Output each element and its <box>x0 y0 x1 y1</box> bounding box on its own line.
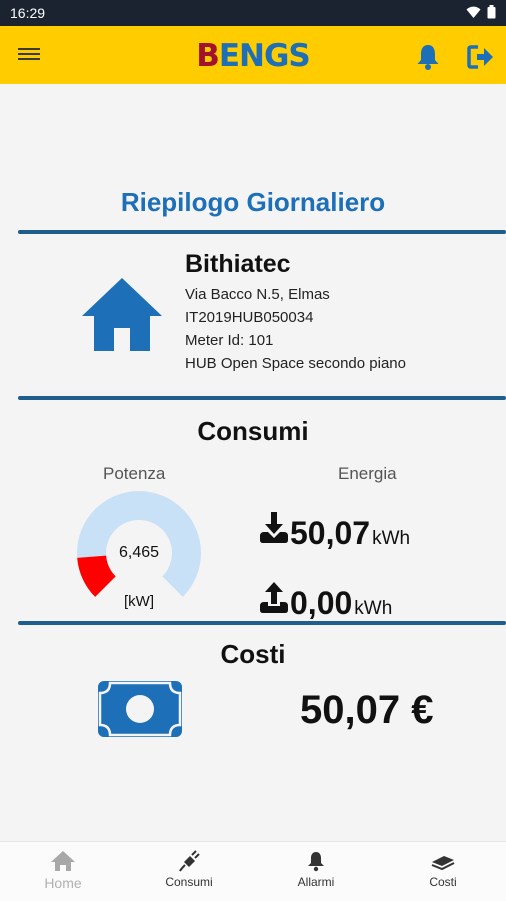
money-stack-icon <box>431 856 455 871</box>
site-meter: Meter Id: 101 <box>185 332 274 349</box>
energy-in-unit: kWh <box>372 528 411 549</box>
site-description: HUB Open Space secondo piano <box>185 355 406 372</box>
energy-in-row: 50,07 kWh <box>258 510 410 552</box>
energy-label: Energia <box>338 464 397 483</box>
consumi-title: Consumi <box>197 416 309 446</box>
nav-item-consumi[interactable]: Consumi <box>126 842 252 901</box>
nav-label-costi: Costi <box>429 875 457 889</box>
home-icon <box>51 851 75 871</box>
cost-value: 50,07 € <box>300 688 434 732</box>
bell-icon <box>308 852 324 872</box>
status-time: 16:29 <box>10 5 46 21</box>
power-value: 6,465 <box>118 544 160 561</box>
divider <box>18 230 506 234</box>
energy-out-unit: kWh <box>354 598 393 619</box>
nav-item-costi[interactable]: Costi <box>380 842 506 901</box>
energy-out-row: 0,00 kWh <box>258 580 392 622</box>
app-logo: BENGS <box>196 38 311 74</box>
wifi-icon <box>466 6 481 18</box>
bell-icon[interactable] <box>413 42 443 72</box>
money-icon <box>98 681 182 737</box>
power-label: Potenza <box>103 464 166 483</box>
bottom-nav: Home Consumi Allarmi Costi <box>0 841 506 901</box>
costi-title: Costi <box>220 639 286 669</box>
nav-item-allarmi[interactable]: Allarmi <box>253 842 379 901</box>
hamburger-menu-icon[interactable] <box>18 45 40 65</box>
download-icon <box>260 512 288 543</box>
nav-label-consumi: Consumi <box>165 875 213 889</box>
app-bar: BENGS <box>0 26 506 84</box>
battery-icon <box>487 5 496 19</box>
site-code: IT2019HUB050034 <box>185 309 314 326</box>
divider <box>18 396 506 400</box>
energy-out-value: 0,00 <box>290 585 353 621</box>
logout-icon[interactable] <box>466 42 496 72</box>
nav-label-allarmi: Allarmi <box>297 875 335 889</box>
nav-label-home: Home <box>44 875 82 891</box>
energy-in-value: 50,07 <box>290 515 371 551</box>
status-bar: 16:29 <box>0 0 506 26</box>
site-name: Bithiatec <box>185 250 291 278</box>
home-icon <box>82 278 162 351</box>
upload-icon <box>260 582 288 613</box>
nav-item-home[interactable]: Home <box>0 842 126 901</box>
site-address: Via Bacco N.5, Elmas <box>185 286 330 303</box>
plug-icon <box>179 850 200 872</box>
power-unit: [kW] <box>124 593 154 610</box>
page-title: Riepilogo Giornaliero <box>120 187 386 217</box>
divider <box>18 621 506 625</box>
